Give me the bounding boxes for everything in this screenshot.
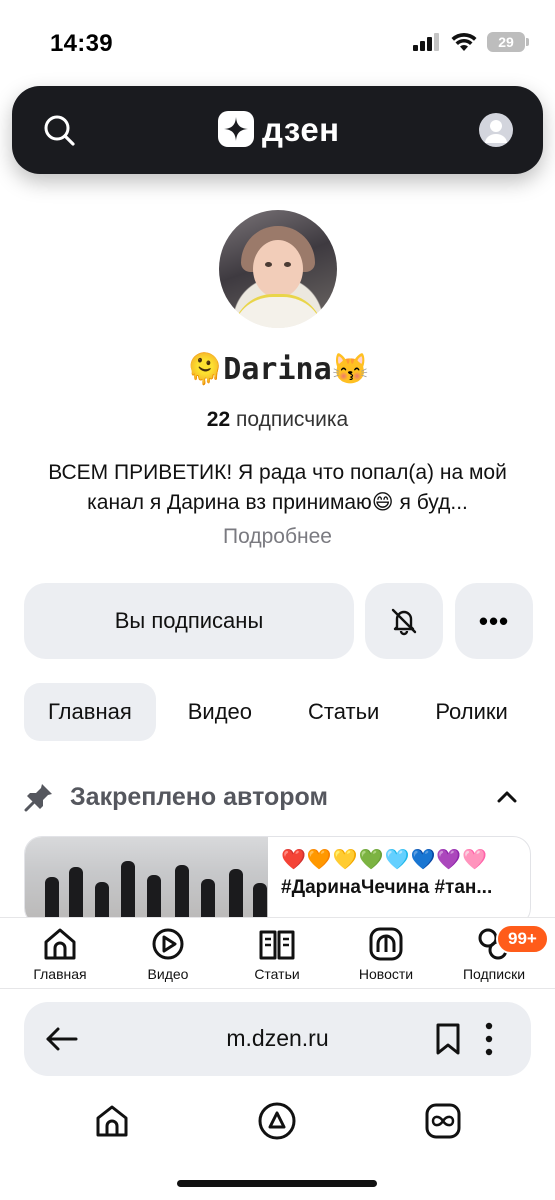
home-icon [44,928,76,960]
app-header: дзен [12,86,543,174]
dzen-logo[interactable]: дзен [218,111,340,147]
nav-label-news: Новости [358,966,414,982]
subscribers-label: подписчика [235,408,349,431]
pinned-card-title: #ДаринаЧечина #тан... [281,877,493,898]
pinned-card[interactable]: ❤️🧡💛💚🩵💙💜🩷 #ДаринаЧечина #тан... [24,836,531,926]
logo-text: дзен [262,110,340,148]
more-link[interactable]: Подробнее [0,525,555,549]
notifications-button[interactable] [365,583,443,659]
nav-item-articles[interactable]: Статьи [227,926,327,982]
tab-main[interactable]: Главная [24,683,156,741]
bookmark-icon[interactable] [434,1022,462,1056]
pinned-label: Закреплено автором [70,782,328,811]
status-icons: 29 [413,32,529,52]
subscribed-button[interactable]: Вы подписаны [24,583,354,659]
subscriptions-badge: 99+ [496,924,549,954]
channel-tabs: Главная Видео Статьи Ролики [24,683,540,741]
channel-name: 🫠Darina😽 [185,352,370,387]
nav-item-home[interactable]: Главная [10,926,110,982]
tabs-icon[interactable] [423,1101,463,1141]
tab-video[interactable]: Видео [164,683,276,741]
subscribers-number: 22 [206,408,231,431]
pin-icon [24,784,52,812]
chevron-up-icon[interactable] [495,785,519,809]
nav-label-home: Главная [33,966,87,982]
tab-shorts[interactable]: Ролики [411,683,532,741]
menu-dots-icon[interactable] [484,1022,494,1056]
nav-item-video[interactable]: Видео [118,926,218,982]
pinned-card-emojis: ❤️🧡💛💚🩵💙💜🩷 [281,849,489,871]
pinned-card-thumbnail [25,837,268,925]
pinned-header: Закреплено автором [24,775,531,819]
status-bar: 14:39 29 [0,0,555,86]
browser-url-bar[interactable]: m.dzen.ru [24,1002,531,1076]
dzen-star-icon [218,111,254,147]
system-nav [0,1095,555,1155]
user-icon[interactable] [479,113,513,147]
subscribers-count: 22 подписчика [0,408,555,432]
bell-off-icon [391,608,417,636]
browser-home-icon[interactable] [92,1101,132,1141]
search-icon[interactable] [42,113,76,147]
home-indicator [177,1180,377,1187]
more-options-button[interactable]: ••• [455,583,533,659]
tab-articles[interactable]: Статьи [284,683,403,741]
video-icon [152,928,184,960]
battery-icon: 29 [487,32,529,52]
wifi-icon [451,32,477,51]
nav-label-subscriptions: Подписки [462,966,526,982]
nav-label-video: Видео [147,966,189,982]
channel-description: ВСЕМ ПРИВЕТИК! Я рада что попал(а) на мо… [48,461,507,514]
battery-level: 29 [498,34,514,50]
nav-label-articles: Статьи [254,966,300,982]
channel-avatar[interactable] [219,210,337,328]
bottom-nav: Главная Видео Статьи Новости Подписки [0,917,555,989]
nav-item-news[interactable]: Новости [336,926,436,982]
news-icon [369,927,403,961]
signal-icon [413,33,439,51]
status-time: 14:39 [50,30,113,57]
articles-icon [259,930,295,960]
alice-icon[interactable] [257,1101,297,1141]
